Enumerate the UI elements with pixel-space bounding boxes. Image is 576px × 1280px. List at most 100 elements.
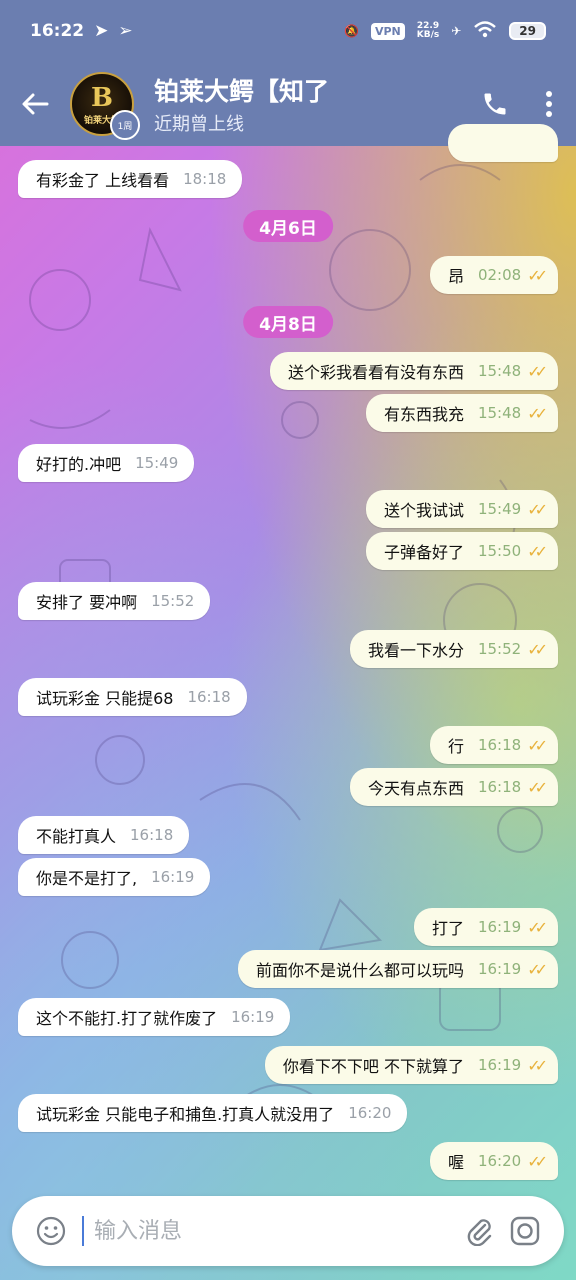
double-check-icon: ✓✓ <box>527 541 548 561</box>
double-check-icon: ✓✓ <box>527 361 548 381</box>
battery-indicator: 29 <box>509 22 546 40</box>
message-time: 16:19 <box>477 960 522 978</box>
double-check-icon: ✓✓ <box>527 777 548 797</box>
mute-icon: 🔕 <box>344 24 359 38</box>
date-separator: 4月8日 <box>243 306 333 338</box>
message-bubble-outgoing[interactable]: 行 16:18 ✓✓ <box>429 726 558 764</box>
message-text: 有东西我充 <box>383 405 464 424</box>
message-time: 18:18 <box>183 170 227 188</box>
message-text: 试玩彩金 只能提68 <box>36 689 174 708</box>
message-time: 16:20 <box>477 1152 522 1170</box>
message-time: 02:08 <box>477 266 522 284</box>
send-notification-icon: ➢ <box>118 21 133 41</box>
message-time: 15:48 <box>477 404 522 422</box>
double-check-icon: ✓✓ <box>527 1055 548 1075</box>
message-bubble-outgoing[interactable]: 送个我试试 15:49 ✓✓ <box>365 490 558 528</box>
message-time: 15:49 <box>477 500 522 518</box>
message-bubble-incoming[interactable]: 好打的.冲吧 15:49 <box>18 444 195 482</box>
message-bubble-outgoing[interactable]: 前面你不是说什么都可以玩吗 16:19 ✓✓ <box>237 950 558 988</box>
emoji-icon <box>36 1216 66 1246</box>
message-time: 15:52 <box>477 640 522 658</box>
message-bubble-outgoing[interactable]: 喔 16:20 ✓✓ <box>429 1142 558 1180</box>
message-text: 你看下不下吧 不下就算了 <box>282 1057 464 1076</box>
double-check-icon: ✓✓ <box>527 499 548 519</box>
vpn-badge: VPN <box>370 22 405 40</box>
status-bar: 16:22 ➤ ➢ 🔕 VPN 22.9 KB/s ✈ 29 <box>0 0 576 62</box>
message-text: 行 <box>447 737 464 756</box>
double-check-icon: ✓✓ <box>527 959 548 979</box>
telegram-notification-icon: ➤ <box>94 21 109 41</box>
message-text: 我看一下水分 <box>367 641 464 660</box>
message-text: 前面你不是说什么都可以玩吗 <box>255 961 464 980</box>
message-time: 16:18 <box>477 736 522 754</box>
message-bubble-incoming[interactable]: 试玩彩金 只能提68 16:18 <box>18 678 247 716</box>
message-bubble-outgoing[interactable]: 送个彩我看看有没有东西 15:48 ✓✓ <box>269 352 558 390</box>
message-time: 16:18 <box>187 688 231 706</box>
message-bubble-outgoing[interactable]: 今天有点东西 16:18 ✓✓ <box>349 768 558 806</box>
message-time: 16:19 <box>151 868 195 886</box>
message-input[interactable] <box>82 1216 456 1246</box>
attach-button[interactable] <box>456 1208 502 1254</box>
last-seen-status: 近期曾上线 <box>154 114 244 135</box>
camera-button[interactable] <box>502 1208 548 1254</box>
message-bubble-partial <box>448 124 558 162</box>
message-time: 16:19 <box>477 1056 522 1074</box>
message-time: 15:49 <box>135 454 179 472</box>
message-text: 这个不能打.打了就作废了 <box>36 1009 218 1028</box>
message-time: 15:48 <box>477 362 522 380</box>
message-text: 昂 <box>447 267 464 286</box>
message-bubble-incoming[interactable]: 这个不能打.打了就作废了 16:19 <box>18 998 291 1036</box>
message-text: 好打的.冲吧 <box>36 455 122 474</box>
message-bubble-incoming[interactable]: 不能打真人 16:18 <box>18 816 190 854</box>
message-text: 喔 <box>447 1153 464 1172</box>
airplane-icon: ✈ <box>451 24 462 38</box>
back-arrow-icon[interactable] <box>0 62 70 146</box>
phone-icon <box>484 93 506 115</box>
date-separator: 4月6日 <box>243 210 333 242</box>
message-bubble-outgoing[interactable]: 有东西我充 15:48 ✓✓ <box>365 394 558 432</box>
message-bubble-outgoing[interactable]: 子弹备好了 15:50 ✓✓ <box>365 532 558 570</box>
message-text: 送个彩我看看有没有东西 <box>287 363 464 382</box>
message-text: 子弹备好了 <box>383 543 464 562</box>
message-list[interactable]: 有彩金了 上线看看 18:18 4月6日 昂 02:08 ✓✓ 4月8日 送个彩… <box>0 124 576 1190</box>
double-check-icon: ✓✓ <box>527 1151 548 1171</box>
chat-title: 铂莱大鳄【知了 <box>154 77 330 106</box>
message-time: 15:50 <box>477 542 522 560</box>
message-text: 今天有点东西 <box>367 779 464 798</box>
message-text: 试玩彩金 只能电子和捕鱼.打真人就没用了 <box>36 1105 335 1124</box>
message-time: 16:19 <box>477 918 522 936</box>
message-time: 16:20 <box>348 1104 392 1122</box>
message-bubble-incoming[interactable]: 安排了 要冲啊 15:52 <box>18 582 211 620</box>
message-text: 送个我试试 <box>383 501 464 520</box>
double-check-icon: ✓✓ <box>527 735 548 755</box>
message-text: 不能打真人 <box>36 827 117 846</box>
double-check-icon: ✓✓ <box>527 639 548 659</box>
message-bubble-incoming[interactable]: 试玩彩金 只能电子和捕鱼.打真人就没用了 16:20 <box>18 1094 408 1132</box>
message-text: 你是不是打了, <box>36 869 138 888</box>
message-time: 15:52 <box>151 592 195 610</box>
double-check-icon: ✓✓ <box>527 265 548 285</box>
camera-icon <box>510 1216 540 1246</box>
message-composer <box>12 1196 564 1266</box>
message-time: 16:18 <box>130 826 174 844</box>
message-text: 有彩金了 上线看看 <box>36 171 170 190</box>
message-time: 16:18 <box>477 778 522 796</box>
network-speed: 22.9 KB/s <box>416 21 440 40</box>
more-vert-icon <box>546 91 552 117</box>
message-bubble-outgoing[interactable]: 打了 16:19 ✓✓ <box>413 908 558 946</box>
story-badge: 1周 <box>110 110 140 140</box>
message-bubble-incoming[interactable]: 有彩金了 上线看看 18:18 <box>18 160 243 198</box>
double-check-icon: ✓✓ <box>527 917 548 937</box>
emoji-button[interactable] <box>28 1208 74 1254</box>
message-bubble-incoming[interactable]: 你是不是打了, 16:19 <box>18 858 211 896</box>
chat-title-block[interactable]: 铂莱大鳄【知了 近期曾上线 <box>154 72 468 136</box>
message-bubble-outgoing[interactable]: 我看一下水分 15:52 ✓✓ <box>349 630 558 668</box>
wifi-icon <box>473 20 497 42</box>
double-check-icon: ✓✓ <box>527 403 548 423</box>
avatar[interactable]: B 铂莱大鳄 1周 <box>70 72 140 140</box>
clock: 16:22 <box>30 21 85 41</box>
message-bubble-outgoing[interactable]: 昂 02:08 ✓✓ <box>429 256 558 294</box>
message-bubble-outgoing[interactable]: 你看下不下吧 不下就算了 16:19 ✓✓ <box>264 1046 558 1084</box>
message-time: 16:19 <box>231 1008 275 1026</box>
paperclip-icon <box>467 1219 492 1246</box>
